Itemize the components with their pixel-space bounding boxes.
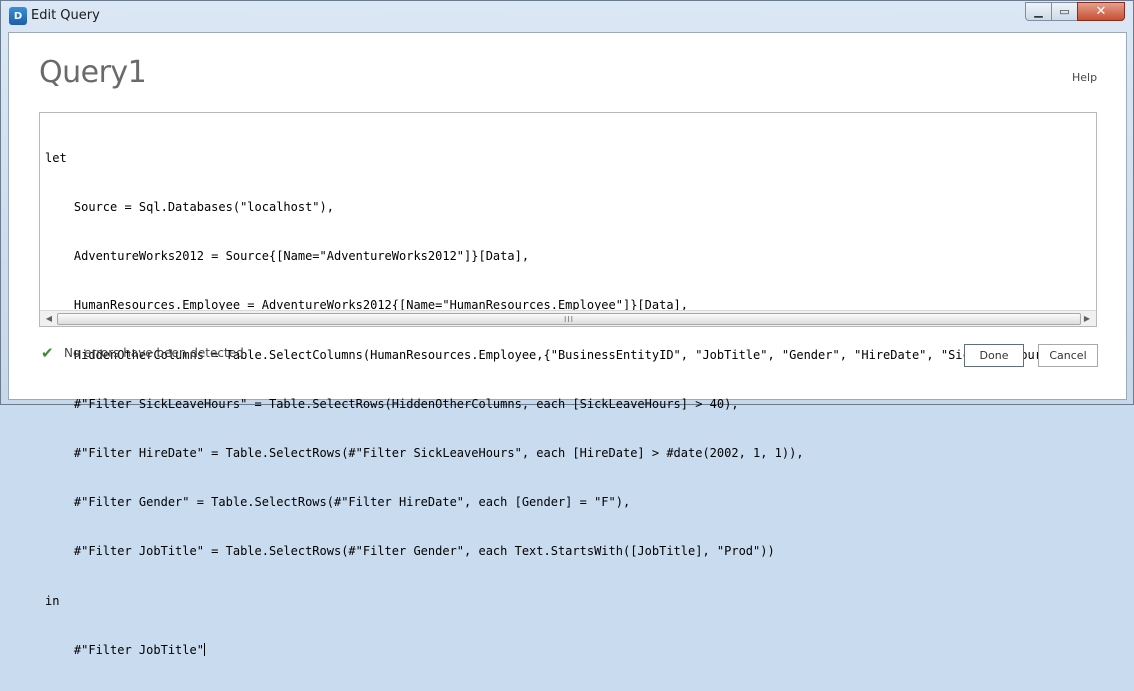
edit-query-window: D Edit Query ▁ ▭ ✕ Query1 Help let Sourc… bbox=[0, 0, 1134, 657]
title-bar[interactable]: D Edit Query ▁ ▭ ✕ bbox=[1, 1, 1133, 31]
code-line: #"Filter Gender" = Table.SelectRows(#"Fi… bbox=[45, 495, 631, 510]
code-line: AdventureWorks2012 = Source{[Name="Adven… bbox=[45, 249, 530, 264]
scroll-right-icon[interactable]: ▶ bbox=[1080, 313, 1094, 324]
minimize-button[interactable]: ▁ bbox=[1025, 2, 1052, 21]
code-line: let bbox=[45, 150, 67, 165]
code-line-last: #"Filter JobTitle" bbox=[45, 642, 1091, 658]
code-line: #"Filter SickLeaveHours" = Table.SelectR… bbox=[45, 396, 739, 411]
code-line: #"Filter HireDate" = Table.SelectRows(#"… bbox=[45, 446, 804, 461]
code-line: Source = Sql.Databases("localhost"), bbox=[45, 200, 334, 215]
dialog-body: Query1 Help let Source = Sql.Databases("… bbox=[8, 32, 1127, 657]
cancel-button[interactable]: Cancel bbox=[1038, 344, 1098, 367]
horizontal-scrollbar[interactable]: ◀ III ▶ bbox=[40, 310, 1096, 326]
scroll-left-icon[interactable]: ◀ bbox=[42, 313, 56, 324]
scrollbar-thumb[interactable]: III bbox=[57, 313, 1081, 325]
validation-status: ✔ No errors have been detected. bbox=[41, 344, 248, 362]
code-line-last-text: #"Filter JobTitle" bbox=[45, 642, 204, 657]
help-link[interactable]: Help bbox=[1072, 71, 1097, 84]
app-icon: D bbox=[9, 7, 27, 25]
code-text[interactable]: let Source = Sql.Databases("localhost"),… bbox=[45, 117, 1091, 691]
done-button[interactable]: Done bbox=[964, 344, 1024, 367]
code-line: in bbox=[45, 593, 60, 608]
text-cursor bbox=[203, 642, 205, 656]
check-icon: ✔ bbox=[41, 344, 54, 362]
window-title: Edit Query bbox=[31, 8, 100, 23]
query-name-heading: Query1 bbox=[39, 55, 147, 90]
status-message: No errors have been detected. bbox=[64, 346, 248, 360]
maximize-button[interactable]: ▭ bbox=[1051, 2, 1078, 21]
formula-editor[interactable]: let Source = Sql.Databases("localhost"),… bbox=[39, 112, 1097, 657]
close-button[interactable]: ✕ bbox=[1077, 2, 1125, 21]
code-line: #"Filter JobTitle" = Table.SelectRows(#"… bbox=[45, 544, 775, 559]
